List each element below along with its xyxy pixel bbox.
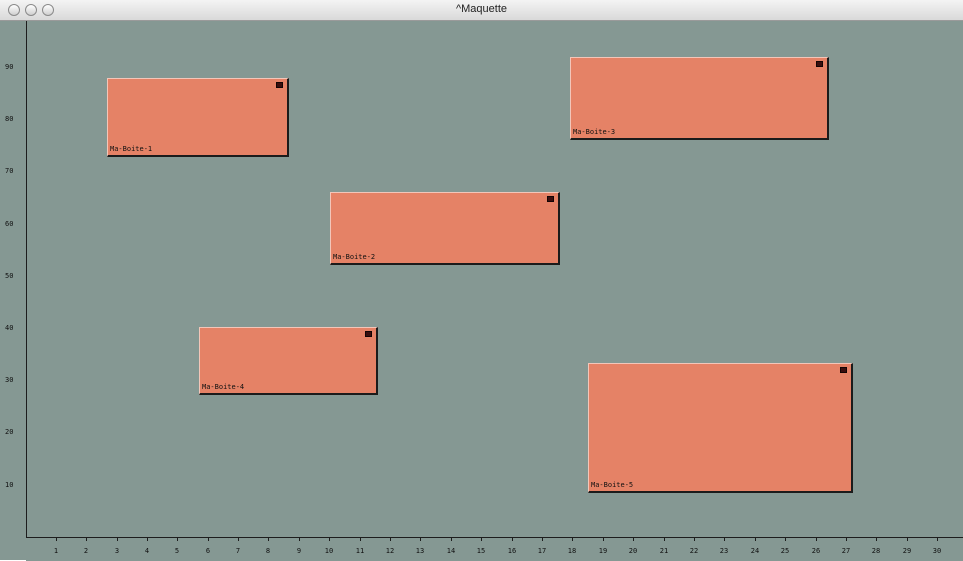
horizontal-ruler-label: 25 xyxy=(780,547,790,555)
box-resize-handle[interactable] xyxy=(840,367,847,373)
horizontal-ruler-tick xyxy=(208,538,209,541)
horizontal-ruler-label: 3 xyxy=(114,547,120,555)
box-label: Ma-Boite-3 xyxy=(573,128,616,136)
vertical-ruler-label: 10 xyxy=(5,481,14,489)
horizontal-ruler-label: 10 xyxy=(324,547,334,555)
vertical-ruler-label: 40 xyxy=(5,324,14,332)
box-label: Ma-Boite-4 xyxy=(202,383,245,391)
horizontal-ruler-label: 21 xyxy=(659,547,669,555)
horizontal-ruler-tick xyxy=(603,538,604,541)
horizontal-ruler-tick xyxy=(329,538,330,541)
horizontal-ruler-tick xyxy=(724,538,725,541)
horizontal-ruler-tick xyxy=(268,538,269,541)
horizontal-ruler-label: 13 xyxy=(415,547,425,555)
horizontal-ruler-label: 15 xyxy=(476,547,486,555)
box-label: Ma-Boite-5 xyxy=(591,481,634,489)
horizontal-ruler-tick xyxy=(238,538,239,541)
horizontal-ruler-tick xyxy=(360,538,361,541)
vertical-ruler-label: 30 xyxy=(5,376,14,384)
box-resize-handle[interactable] xyxy=(816,61,823,67)
box-resize-handle[interactable] xyxy=(547,196,554,202)
horizontal-ruler-label: 26 xyxy=(811,547,821,555)
vertical-ruler-label: 50 xyxy=(5,272,14,280)
box-ma-boite-5[interactable]: Ma-Boite-5 xyxy=(588,363,853,493)
horizontal-ruler-label: 4 xyxy=(144,547,150,555)
horizontal-ruler-tick xyxy=(56,538,57,541)
box-ma-boite-4[interactable]: Ma-Boite-4 xyxy=(199,327,378,395)
box-resize-handle[interactable] xyxy=(365,331,372,337)
horizontal-ruler-label: 9 xyxy=(296,547,302,555)
vertical-ruler-label: 70 xyxy=(5,167,14,175)
horizontal-ruler-label: 18 xyxy=(567,547,577,555)
box-ma-boite-1[interactable]: Ma-Boite-1 xyxy=(107,78,289,157)
horizontal-ruler-label: 22 xyxy=(689,547,699,555)
horizontal-ruler-tick xyxy=(177,538,178,541)
horizontal-ruler-label: 24 xyxy=(750,547,760,555)
horizontal-ruler-tick xyxy=(481,538,482,541)
horizontal-ruler-label: 17 xyxy=(537,547,547,555)
vertical-ruler-label: 20 xyxy=(5,428,14,436)
horizontal-ruler-tick xyxy=(572,538,573,541)
box-ma-boite-2[interactable]: Ma-Boite-2 xyxy=(330,192,560,265)
box-ma-boite-3[interactable]: Ma-Boite-3 xyxy=(570,57,829,140)
horizontal-ruler-tick xyxy=(664,538,665,541)
horizontal-ruler-tick xyxy=(117,538,118,541)
horizontal-ruler-label: 2 xyxy=(83,547,89,555)
horizontal-ruler-label: 1 xyxy=(53,547,59,555)
horizontal-ruler-tick xyxy=(816,538,817,541)
window-titlebar[interactable]: ^Maquette xyxy=(0,0,963,21)
box-resize-handle[interactable] xyxy=(276,82,283,88)
vertical-ruler-label: 80 xyxy=(5,115,14,123)
horizontal-ruler-label: 23 xyxy=(719,547,729,555)
horizontal-ruler-label: 12 xyxy=(385,547,395,555)
vertical-ruler-label: 90 xyxy=(5,63,14,71)
horizontal-ruler-label: 28 xyxy=(871,547,881,555)
window-title: ^Maquette xyxy=(455,3,508,15)
horizontal-ruler-label: 6 xyxy=(205,547,211,555)
horizontal-ruler: 1 2 3 4 5 6 7 8 9 10 11 12 13 14 15 16 1… xyxy=(26,537,963,561)
horizontal-ruler-tick xyxy=(542,538,543,541)
horizontal-ruler-tick xyxy=(937,538,938,541)
horizontal-ruler-tick xyxy=(755,538,756,541)
horizontal-ruler-label: 16 xyxy=(507,547,517,555)
horizontal-ruler-label: 27 xyxy=(841,547,851,555)
horizontal-ruler-tick xyxy=(633,538,634,541)
horizontal-ruler-tick xyxy=(876,538,877,541)
horizontal-ruler-label: 7 xyxy=(235,547,241,555)
horizontal-ruler-tick xyxy=(147,538,148,541)
horizontal-ruler-tick xyxy=(512,538,513,541)
horizontal-ruler-tick xyxy=(420,538,421,541)
horizontal-ruler-label: 5 xyxy=(174,547,180,555)
horizontal-ruler-label: 29 xyxy=(902,547,912,555)
horizontal-ruler-tick xyxy=(451,538,452,541)
horizontal-ruler-tick xyxy=(694,538,695,541)
horizontal-ruler-tick xyxy=(846,538,847,541)
horizontal-ruler-tick xyxy=(86,538,87,541)
box-label: Ma-Boite-2 xyxy=(333,253,376,261)
horizontal-ruler-label: 8 xyxy=(265,547,271,555)
vertical-ruler-label: 60 xyxy=(5,220,14,228)
horizontal-ruler-tick xyxy=(390,538,391,541)
horizontal-ruler-tick xyxy=(785,538,786,541)
horizontal-ruler-label: 11 xyxy=(355,547,365,555)
box-label: Ma-Boite-1 xyxy=(110,145,153,153)
horizontal-ruler-label: 30 xyxy=(932,547,942,555)
horizontal-ruler-label: 14 xyxy=(446,547,456,555)
horizontal-ruler-label: 20 xyxy=(628,547,638,555)
horizontal-ruler-label: 19 xyxy=(598,547,608,555)
horizontal-ruler-tick xyxy=(299,538,300,541)
vertical-ruler: 90 80 70 60 50 40 30 20 10 xyxy=(5,21,27,537)
horizontal-ruler-tick xyxy=(907,538,908,541)
